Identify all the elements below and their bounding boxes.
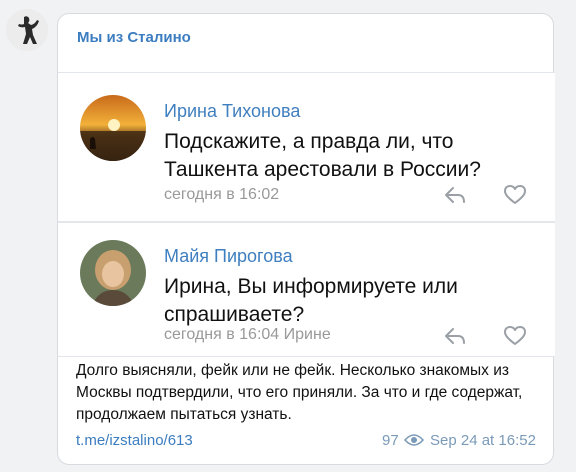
- woman-portrait-avatar[interactable]: [80, 240, 146, 306]
- eye-icon: [404, 434, 424, 446]
- reply-icon[interactable]: [443, 185, 467, 205]
- comment-meta: сегодня в 16:04 Ирине: [164, 326, 331, 343]
- heart-icon[interactable]: [503, 185, 527, 205]
- comment-text: Подскажите, а правда ли, что Ташкента ар…: [164, 130, 481, 181]
- comment-text: Ирина, Вы информируете или спрашиваете?: [164, 275, 458, 326]
- sunset-sea-avatar[interactable]: [80, 95, 146, 161]
- post-date: Sep 24 at 16:52: [430, 432, 536, 449]
- comment-meta: сегодня в 16:02: [164, 186, 280, 203]
- comment-author[interactable]: Ирина Тихонова: [164, 101, 300, 122]
- channel-name[interactable]: Мы из Сталино: [77, 29, 191, 46]
- comment-card: Ирина Тихонова Подскажите, а правда ли, …: [58, 72, 555, 222]
- statue-silhouette-icon: [6, 9, 48, 51]
- comment-card: Майя Пирогова Ирина, Вы информируете или…: [58, 222, 555, 357]
- channel-avatar[interactable]: [6, 9, 48, 51]
- comment-author[interactable]: Майя Пирогова: [164, 246, 293, 267]
- reply-icon[interactable]: [443, 326, 467, 346]
- heart-icon[interactable]: [503, 326, 527, 346]
- post-link[interactable]: t.me/izstalino/613: [76, 432, 193, 449]
- post-text: Долго выясняли, фейк или не фейк. Нескол…: [76, 362, 523, 423]
- view-count: 97: [382, 432, 399, 449]
- channel-post: Мы из Сталино Ирина Тихонова Подскажите,…: [57, 13, 555, 465]
